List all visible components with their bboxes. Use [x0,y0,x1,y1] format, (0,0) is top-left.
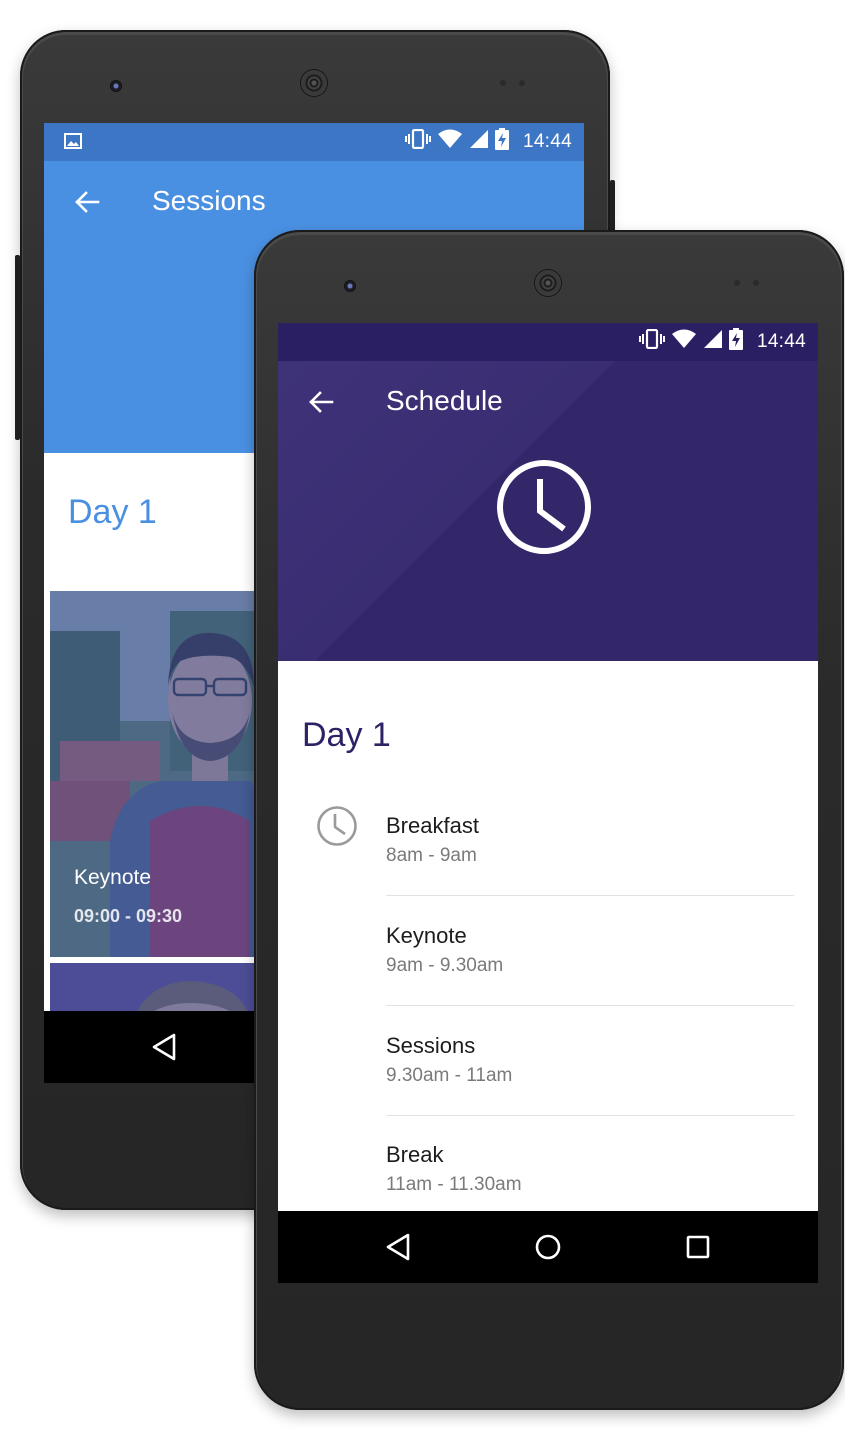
nav-home-icon[interactable] [534,1233,562,1261]
clock-icon [317,806,357,846]
status-time: 14:44 [522,131,572,152]
schedule-item-time: 9am - 9.30am [386,955,504,976]
clock-icon [497,460,591,554]
card-title: Keynote [74,866,152,889]
session-card[interactable]: Keynote 09:00 - 09:30 [50,591,260,957]
schedule-item-title: Breakfast [386,813,479,838]
front-phone-device: 14:44 Schedule Day 1 Breakfast 8am - 9am… [254,230,844,1410]
status-bar: 14:44 [278,323,818,361]
front-camera [345,281,355,291]
mockup-stage: 14:44 Sessions Day 1 Keynote 09:00 - 09:… [0,0,845,1429]
battery-charging-icon [728,328,743,356]
card-tint-overlay [50,591,260,957]
navigation-bar [278,1211,818,1283]
earpiece-speaker [535,270,561,296]
divider [386,1115,794,1116]
divider [386,895,794,896]
day-heading: Day 1 [302,716,391,754]
wifi-icon [437,129,463,155]
battery-charging-icon [494,128,509,156]
schedule-item-time: 8am - 9am [386,845,477,866]
cellular-signal-icon [703,329,723,355]
schedule-item[interactable]: Keynote 9am - 9.30am [278,923,818,1033]
front-phone-screen: 14:44 Schedule Day 1 Breakfast 8am - 9am… [278,323,818,1283]
volume-button [15,255,20,440]
image-notification-icon [64,133,82,155]
status-time: 14:44 [756,331,806,352]
vibrate-icon [404,128,431,155]
light-sensor [753,280,759,286]
schedule-item[interactable]: Sessions 9.30am - 11am [278,1033,818,1143]
schedule-item-title: Keynote [386,923,467,948]
nav-recents-icon[interactable] [686,1235,710,1259]
page-title: Sessions [152,185,266,216]
light-sensor [519,80,525,86]
schedule-item-time: 11am - 11.30am [386,1174,522,1195]
schedule-item[interactable]: Breakfast 8am - 9am [278,806,818,923]
schedule-item-title: Break [386,1142,444,1167]
day-heading: Day 1 [68,493,157,531]
schedule-item-time: 9.30am - 11am [386,1065,513,1086]
divider [386,1005,794,1006]
page-title: Schedule [386,385,503,416]
nav-back-icon[interactable] [385,1233,411,1261]
arrow-back-icon[interactable] [306,387,336,417]
card-time: 09:00 - 09:30 [74,906,183,926]
arrow-back-icon[interactable] [72,187,102,217]
cellular-signal-icon [469,129,489,155]
earpiece-speaker [301,70,327,96]
status-bar: 14:44 [44,123,584,161]
schedule-item-title: Sessions [386,1033,476,1058]
front-camera [111,81,121,91]
vibrate-icon [638,328,665,355]
nav-back-icon[interactable] [151,1033,177,1061]
wifi-icon [671,329,697,355]
proximity-sensor [734,280,740,286]
proximity-sensor [500,80,506,86]
